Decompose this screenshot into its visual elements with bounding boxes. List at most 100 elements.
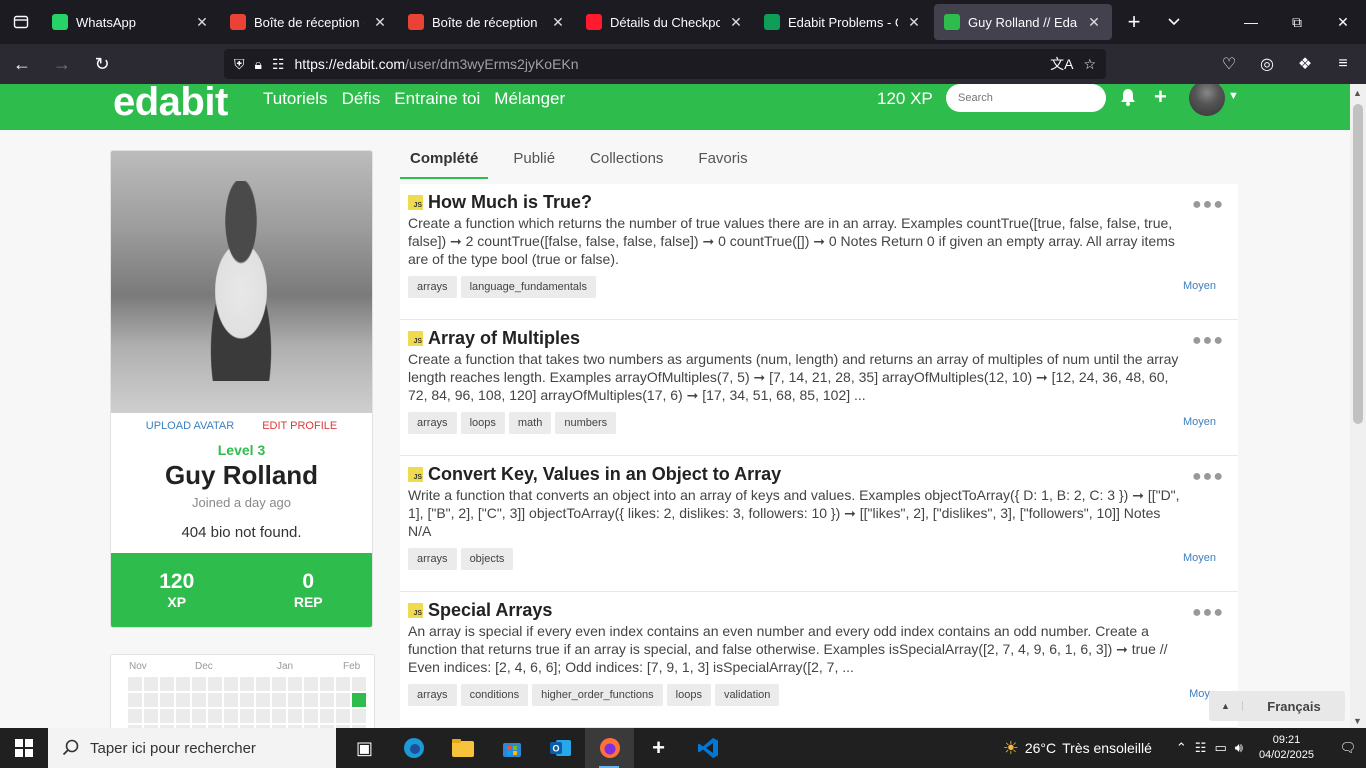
url-bar[interactable]: ⛨ 🔒︎ ☷ https://edabit.com/user/dm3wyErms… bbox=[224, 49, 1106, 79]
challenge-tag[interactable]: math bbox=[508, 412, 552, 434]
challenge-tag[interactable]: arrays bbox=[408, 548, 457, 570]
activity-cell bbox=[288, 709, 302, 723]
store-icon[interactable] bbox=[487, 728, 536, 768]
more-options-icon[interactable]: ●●● bbox=[1192, 468, 1224, 486]
close-tab-icon[interactable]: ✕ bbox=[372, 14, 388, 31]
taskbar-search[interactable]: Taper ici pour rechercher bbox=[48, 728, 336, 768]
page-scrollbar[interactable]: ▲ ▼ bbox=[1350, 84, 1366, 728]
back-icon[interactable]: ← bbox=[4, 46, 40, 82]
pocket-icon[interactable]: ♡ bbox=[1212, 46, 1246, 82]
firefox-icon[interactable] bbox=[585, 728, 634, 768]
tab-collections[interactable]: Collections bbox=[580, 144, 673, 179]
add-app-icon[interactable]: + bbox=[634, 728, 683, 768]
browser-tab[interactable]: Boîte de réception (186 ✕ bbox=[398, 0, 576, 44]
chevron-up-icon[interactable]: ⌃ bbox=[1176, 740, 1187, 756]
weather-widget[interactable]: ☀ 26°C Très ensoleillé bbox=[1003, 738, 1152, 759]
challenge-tag[interactable]: loops bbox=[460, 412, 505, 434]
vscode-icon[interactable] bbox=[683, 728, 732, 768]
challenge-tag[interactable]: validation bbox=[714, 684, 780, 706]
lock-icon[interactable]: 🔒︎ bbox=[255, 56, 262, 73]
browser-tab[interactable]: Guy Rolland // Edabit ✕ bbox=[934, 4, 1112, 40]
challenge-tag[interactable]: objects bbox=[460, 548, 514, 570]
language-selector[interactable]: ▲ Français bbox=[1209, 691, 1345, 721]
task-view-icon[interactable]: ▣ bbox=[340, 728, 389, 768]
battery-icon[interactable]: ▭ bbox=[1214, 740, 1226, 756]
challenge-card[interactable]: JS How Much is True? Create a function whi… bbox=[400, 184, 1238, 320]
rep-value: 0 bbox=[302, 570, 315, 593]
windows-start-icon[interactable] bbox=[0, 728, 48, 768]
list-all-tabs-icon[interactable] bbox=[1154, 0, 1194, 44]
browser-tab-bar: WhatsApp✕Boîte de réception (14✕Boîte de… bbox=[0, 0, 1366, 44]
browser-tab[interactable]: Détails du Checkpoint ✕ bbox=[576, 0, 754, 44]
menu-icon[interactable]: ≡ bbox=[1326, 46, 1360, 82]
browser-tab[interactable]: Edabit Problems - Goo ✕ bbox=[754, 0, 932, 44]
challenge-title[interactable]: Special Arrays bbox=[428, 600, 552, 621]
more-options-icon[interactable]: ●●● bbox=[1192, 604, 1224, 622]
translate-icon[interactable]: 文A bbox=[1050, 54, 1073, 74]
scroll-up-icon[interactable]: ▲ bbox=[1353, 88, 1362, 98]
shield-icon[interactable]: ⛨ bbox=[234, 56, 245, 73]
challenge-card[interactable]: JS Convert Key, Values in an Object to Ar… bbox=[400, 456, 1238, 592]
nav-defis[interactable]: Défis bbox=[342, 89, 381, 109]
tab-favoris[interactable]: Favoris bbox=[688, 144, 757, 179]
challenge-tag[interactable]: numbers bbox=[555, 412, 617, 434]
sun-icon: ☀ bbox=[1002, 737, 1019, 758]
challenge-title[interactable]: How Much is True? bbox=[428, 192, 592, 213]
more-options-icon[interactable]: ●●● bbox=[1192, 332, 1224, 350]
challenge-tag[interactable]: higher_order_functions bbox=[532, 684, 663, 706]
close-tab-icon[interactable]: ✕ bbox=[550, 14, 566, 31]
scroll-down-icon[interactable]: ▼ bbox=[1353, 716, 1362, 726]
file-explorer-icon[interactable] bbox=[438, 728, 487, 768]
minimize-icon[interactable]: — bbox=[1228, 0, 1274, 44]
edge-icon[interactable] bbox=[389, 728, 438, 768]
bell-icon[interactable] bbox=[1120, 88, 1138, 108]
challenge-tag[interactable]: language_fundamentals bbox=[460, 276, 596, 298]
challenge-tag[interactable]: conditions bbox=[460, 684, 529, 706]
challenge-card[interactable]: JS Special Arrays An array is special if e… bbox=[400, 592, 1238, 728]
bookmark-star-icon[interactable]: ☆ bbox=[1083, 56, 1096, 73]
notification-icon[interactable]: 🗨︎ bbox=[1330, 740, 1366, 756]
outlook-icon[interactable]: O bbox=[536, 728, 585, 768]
activity-cell bbox=[192, 677, 206, 691]
close-tab-icon[interactable]: ✕ bbox=[728, 14, 744, 31]
avatar[interactable] bbox=[1189, 84, 1225, 116]
close-tab-icon[interactable]: ✕ bbox=[1086, 14, 1102, 31]
challenge-title[interactable]: Convert Key, Values in an Object to Arra… bbox=[428, 464, 781, 485]
challenge-title[interactable]: Array of Multiples bbox=[428, 328, 580, 349]
clock[interactable]: 09:21 04/02/2025 bbox=[1259, 733, 1314, 763]
account-icon[interactable]: ◎ bbox=[1250, 46, 1284, 82]
close-tab-icon[interactable]: ✕ bbox=[194, 14, 210, 31]
network-icon[interactable]: ☷ bbox=[1195, 740, 1207, 756]
tab-publie[interactable]: Publié bbox=[503, 144, 565, 179]
more-options-icon[interactable]: ●●● bbox=[1192, 196, 1224, 214]
upload-avatar-link[interactable]: UPLOAD AVATAR bbox=[146, 420, 234, 432]
extensions-icon[interactable]: ❖ bbox=[1288, 46, 1322, 82]
permissions-icon[interactable]: ☷ bbox=[272, 56, 285, 73]
add-icon[interactable]: + bbox=[1154, 84, 1167, 110]
volume-icon[interactable]: 🔊︎ bbox=[1235, 740, 1243, 756]
scrollbar-thumb[interactable] bbox=[1353, 104, 1363, 424]
challenge-card[interactable]: JS Array of Multiples Create a function th… bbox=[400, 320, 1238, 456]
edit-profile-link[interactable]: EDIT PROFILE bbox=[262, 420, 337, 432]
close-window-icon[interactable]: ✕ bbox=[1320, 0, 1366, 44]
nav-entraine-toi[interactable]: Entraine toi bbox=[394, 89, 480, 109]
reload-icon[interactable]: ↻ bbox=[84, 46, 120, 82]
search-input[interactable] bbox=[946, 84, 1106, 112]
browser-tab[interactable]: Boîte de réception (14 ✕ bbox=[220, 0, 398, 44]
new-tab-button[interactable]: + bbox=[1114, 0, 1154, 44]
close-tab-icon[interactable]: ✕ bbox=[906, 14, 922, 31]
challenge-tag[interactable]: arrays bbox=[408, 684, 457, 706]
browser-tab[interactable]: WhatsApp ✕ bbox=[42, 0, 220, 44]
edabit-logo[interactable]: edabit bbox=[113, 84, 228, 125]
forward-icon[interactable]: → bbox=[44, 46, 80, 82]
restore-icon[interactable]: ⧉ bbox=[1274, 0, 1320, 44]
chevron-down-icon[interactable]: ▼ bbox=[1228, 90, 1239, 102]
tab-overview-icon[interactable] bbox=[0, 0, 42, 44]
challenge-tag[interactable]: arrays bbox=[408, 412, 457, 434]
tab-title: WhatsApp bbox=[76, 14, 136, 30]
tab-complete[interactable]: Complété bbox=[400, 144, 489, 179]
nav-melanger[interactable]: Mélanger bbox=[494, 89, 565, 109]
nav-tutoriels[interactable]: Tutoriels bbox=[263, 89, 328, 109]
challenge-tag[interactable]: loops bbox=[666, 684, 711, 706]
challenge-tag[interactable]: arrays bbox=[408, 276, 457, 298]
